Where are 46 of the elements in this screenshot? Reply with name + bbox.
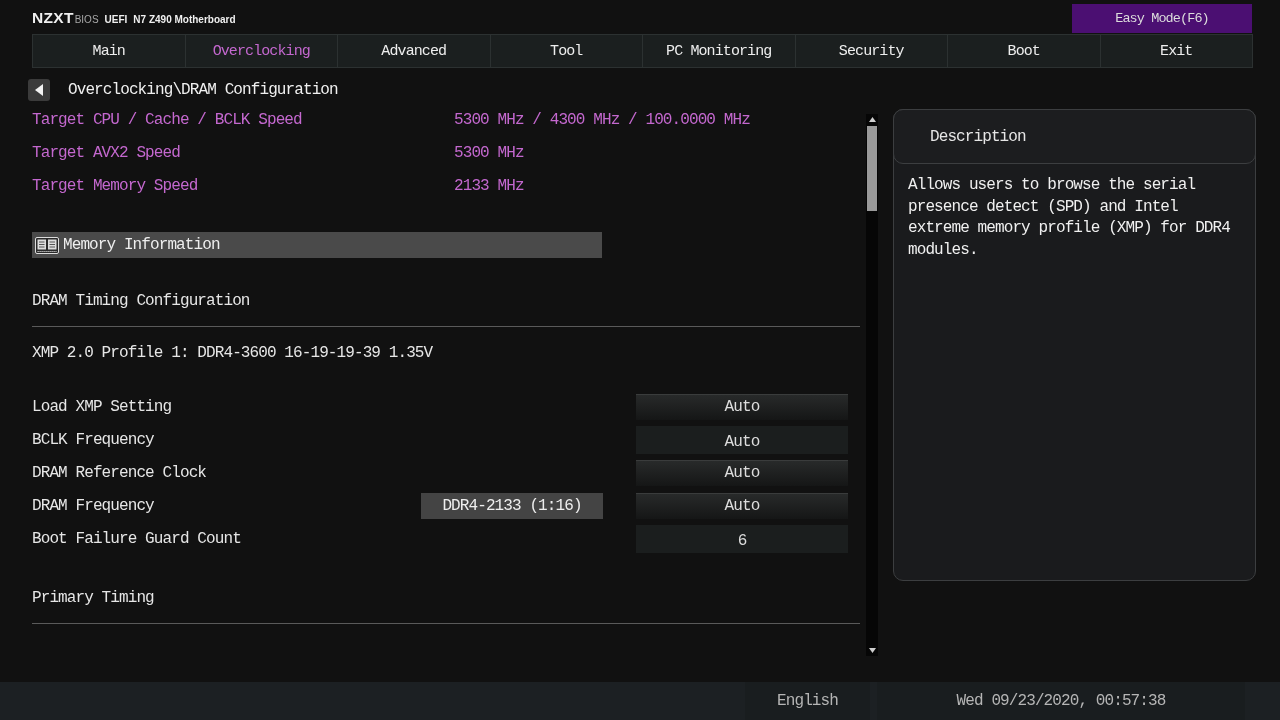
setting-label: Boot Failure Guard Count (32, 529, 241, 548)
section-heading: DRAM Timing Configuration (32, 292, 250, 310)
target-label: Target CPU / Cache / BCLK Speed (32, 110, 302, 129)
current-value: DDR4-2133 (1:16) (421, 492, 603, 519)
menu-tab[interactable]: Advanced (338, 35, 491, 67)
submenu-item[interactable]: Memory Information (32, 232, 602, 258)
section-heading: Primary Timing (32, 589, 154, 607)
target-label: Target AVX2 Speed (32, 143, 180, 162)
setting-label: DRAM Frequency (32, 496, 154, 515)
setting-label: Load XMP Setting (32, 397, 172, 416)
target-value: 5300 MHz / 4300 MHz / 100.0000 MHz (454, 110, 750, 129)
menu-tab[interactable]: Security (795, 35, 948, 67)
scrollbar-thumb[interactable] (867, 126, 877, 211)
scrollbar[interactable] (866, 114, 878, 656)
description-title: Description (930, 127, 1026, 146)
breadcrumb-path: Overclocking\DRAM Configuration (68, 81, 338, 99)
menu-tab[interactable]: PC Monitoring (643, 35, 796, 67)
menu-tab[interactable]: Tool (490, 35, 643, 67)
dropdown[interactable]: Auto (636, 459, 848, 486)
dropdown[interactable]: Auto (636, 492, 848, 519)
menu-tab[interactable]: Boot (948, 35, 1101, 67)
back-icon (35, 84, 43, 96)
target-value: 2133 MHz (454, 176, 524, 195)
scroll-down-icon[interactable] (868, 648, 876, 653)
menu-tab[interactable]: Exit (1100, 35, 1252, 67)
profile-info: XMP 2.0 Profile 1: DDR4-3600 16-19-19-39 1.35V (32, 344, 433, 362)
language-button[interactable]: English (745, 682, 870, 720)
menu-tab[interactable]: Overclocking (185, 35, 338, 67)
easy-mode-button[interactable]: Easy Mode(F6) (1072, 4, 1252, 33)
firmware-label: UEFI (104, 14, 128, 25)
scroll-up-icon[interactable] (868, 117, 876, 122)
brand-logo: NZXT (32, 9, 74, 27)
dropdown[interactable]: Auto (636, 393, 848, 420)
logo-suffix: BIOS (74, 14, 99, 25)
input-field[interactable]: Auto (636, 425, 848, 454)
setting-label: DRAM Reference Clock (32, 463, 207, 482)
book-icon (35, 236, 59, 254)
back-button[interactable] (28, 79, 50, 101)
description-text: Allows users to browse the serial presence detect (SPD) and Intel extreme memory profile (XMP) for DDR4 modules. (907, 175, 1231, 261)
setting-label: BCLK Frequency (32, 430, 154, 449)
board-name: N7 Z490 Motherboard (133, 14, 236, 25)
target-label: Target Memory Speed (32, 176, 198, 195)
menu-tab[interactable]: Main (33, 35, 186, 67)
target-value: 5300 MHz (454, 143, 524, 162)
date-time: Wed 09/23/2020, 00:57:38 (877, 682, 1245, 720)
input-field[interactable]: 6 (636, 524, 848, 553)
